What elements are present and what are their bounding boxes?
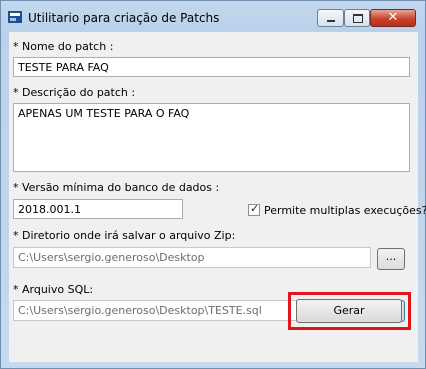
nome-label: * Nome do patch : bbox=[13, 40, 114, 53]
versao-label: * Versão mínima do banco de dados : bbox=[13, 181, 220, 194]
maximize-button[interactable] bbox=[344, 9, 370, 27]
title-bar[interactable]: Utilitario para criação de Patchs ✕ bbox=[1, 1, 425, 31]
diretorio-label: * Diretorio onde irá salvar o arquivo Zi… bbox=[13, 229, 236, 242]
minimize-icon bbox=[327, 20, 335, 22]
window-title: Utilitario para criação de Patchs bbox=[28, 11, 220, 25]
diretorio-input[interactable]: C:\Users\sergio.generoso\Desktop bbox=[13, 247, 371, 268]
versao-input[interactable]: 2018.001.1 bbox=[13, 199, 183, 219]
close-icon: ✕ bbox=[387, 10, 399, 25]
close-button[interactable]: ✕ bbox=[370, 9, 416, 27]
descricao-label: * Descrição do patch : bbox=[13, 86, 136, 99]
app-window: Utilitario para criação de Patchs ✕ * No… bbox=[0, 0, 426, 369]
multiplas-checkbox[interactable]: ✓ bbox=[248, 202, 260, 216]
sql-label: * Arquivo SQL: bbox=[13, 283, 94, 296]
diretorio-browse-button[interactable]: ... bbox=[377, 248, 405, 270]
check-icon: ✓ bbox=[250, 202, 260, 215]
maximize-icon bbox=[353, 14, 363, 23]
app-icon bbox=[8, 11, 22, 23]
nome-input[interactable]: TESTE PARA FAQ bbox=[13, 57, 410, 77]
multiplas-label: Permite multiplas execuções? bbox=[264, 204, 426, 217]
minimize-button[interactable] bbox=[317, 9, 344, 27]
gerar-button[interactable]: Gerar bbox=[296, 299, 402, 323]
descricao-textarea[interactable]: APENAS UM TESTE PARA O FAQ bbox=[13, 103, 410, 172]
